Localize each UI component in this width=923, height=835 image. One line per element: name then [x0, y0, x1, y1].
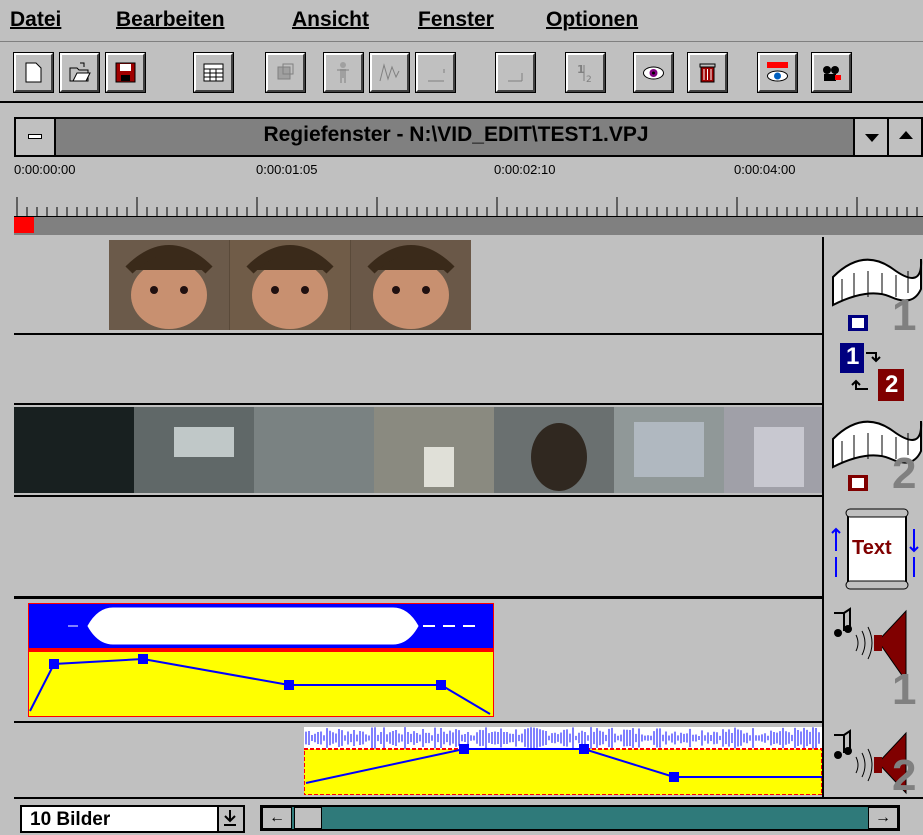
- system-menu-icon: [28, 134, 42, 139]
- video-clip-2[interactable]: [14, 407, 822, 493]
- audio-clip-1[interactable]: [27, 602, 495, 718]
- timecode-label: 0:00:02:10: [494, 162, 556, 177]
- trash-icon: [699, 63, 716, 83]
- arrow-down-icon: [865, 134, 879, 142]
- corner-button[interactable]: [495, 52, 536, 93]
- status-bar: 10 Bilder ← →: [14, 797, 923, 835]
- text-track[interactable]: [14, 497, 822, 599]
- svg-text:2: 2: [586, 75, 592, 84]
- transition-button[interactable]: [265, 52, 306, 93]
- eye-film-icon: [767, 62, 788, 82]
- grid-icon: [203, 63, 224, 82]
- video-clip-frames: [109, 240, 471, 330]
- ruler-ticks: [14, 197, 923, 217]
- delete-button[interactable]: [687, 52, 728, 93]
- audio-track-2-number: 2: [892, 751, 917, 800]
- video-clip-1[interactable]: [109, 240, 471, 330]
- video-track-1-number: 1: [892, 291, 917, 340]
- scroll-right-button[interactable]: →: [868, 807, 898, 829]
- zoom-value: 10 Bilder: [30, 809, 111, 830]
- open-button[interactable]: [59, 52, 100, 93]
- save-button[interactable]: [105, 52, 146, 93]
- video-track-2-number: 2: [892, 449, 917, 498]
- timeline-ruler[interactable]: 0:00:00:00 0:00:01:05 0:00:02:10 0:00:04…: [14, 157, 923, 237]
- system-menu-button[interactable]: [16, 119, 56, 155]
- text-track-label: Text: [852, 537, 892, 559]
- transition-track-header[interactable]: 1 2: [828, 339, 923, 405]
- camera-icon: [823, 66, 841, 81]
- video-track-2[interactable]: [14, 405, 822, 497]
- split-button[interactable]: 12: [565, 52, 606, 93]
- menu-bar: Datei Bearbeiten Ansicht Fenster Optione…: [0, 0, 923, 42]
- toolbar: 12: [0, 43, 923, 103]
- menu-fenster[interactable]: Fenster: [418, 8, 494, 32]
- save-disk-icon: [115, 62, 136, 83]
- audio-clip-2[interactable]: [303, 727, 823, 796]
- scroll-down-button[interactable]: [853, 119, 887, 155]
- arrow-up-icon: [899, 131, 913, 139]
- video-clip-frames: [14, 407, 822, 493]
- transition-swap-icon: [840, 343, 904, 401]
- timecode-label: 0:00:04:00: [734, 162, 796, 177]
- window-title: Regiefenster - N:\VID_EDIT\TEST1.VPJ: [263, 123, 649, 146]
- menu-bearbeiten[interactable]: Bearbeiten: [116, 8, 225, 32]
- figure-icon: [337, 62, 349, 83]
- track-icons-column: 1 1 2 2 Text 1 2: [822, 237, 923, 800]
- open-folder-icon: [69, 62, 91, 82]
- maximize-button[interactable]: [887, 119, 921, 155]
- transition-track[interactable]: [14, 335, 822, 405]
- wave-icon: [379, 63, 400, 82]
- transition-icon: [277, 63, 294, 80]
- marker-button[interactable]: [415, 52, 456, 93]
- video-track-1-header[interactable]: 1: [828, 247, 923, 340]
- preview-film-button[interactable]: [757, 52, 798, 93]
- menu-ansicht[interactable]: Ansicht: [292, 8, 369, 32]
- new-file-button[interactable]: [13, 52, 54, 93]
- window-title-bar: Regiefenster - N:\VID_EDIT\TEST1.VPJ: [14, 117, 923, 157]
- transition-track-a: 1: [846, 343, 860, 370]
- playhead-marker[interactable]: [14, 217, 34, 233]
- zoom-dropdown-button[interactable]: [217, 807, 243, 831]
- scrub-bar[interactable]: [14, 217, 923, 235]
- audio-clip-waveform: [27, 602, 495, 718]
- figure-button[interactable]: [323, 52, 364, 93]
- video-track-1[interactable]: [14, 237, 822, 335]
- capture-button[interactable]: [811, 52, 852, 93]
- timecode-label: 0:00:01:05: [256, 162, 318, 177]
- grid-button[interactable]: [193, 52, 234, 93]
- audio-track-1-header[interactable]: 1: [828, 601, 923, 719]
- preview-eye-icon: [643, 66, 664, 80]
- menu-optionen[interactable]: Optionen: [546, 8, 638, 32]
- audio-track-1-number: 1: [892, 665, 917, 714]
- horizontal-scrollbar[interactable]: ← →: [260, 805, 900, 831]
- arrow-down-bar-icon: [224, 810, 236, 826]
- preview-button[interactable]: [633, 52, 674, 93]
- menu-datei[interactable]: Datei: [10, 8, 61, 32]
- audio-clip-waveform: [303, 727, 823, 796]
- audio-track-2-header[interactable]: 2: [828, 723, 923, 800]
- zoom-select[interactable]: 10 Bilder: [20, 805, 245, 833]
- wave-button[interactable]: [369, 52, 410, 93]
- scroll-left-button[interactable]: ←: [262, 807, 292, 829]
- video-track-2-header[interactable]: 2: [828, 409, 923, 498]
- timecode-label: 0:00:00:00: [14, 162, 76, 177]
- audio-track-2[interactable]: [14, 723, 823, 797]
- split-icon: 12: [577, 63, 592, 84]
- transition-track-b: 2: [885, 371, 899, 398]
- audio-track-1[interactable]: [14, 599, 822, 723]
- scroll-thumb[interactable]: [294, 807, 322, 829]
- new-file-icon: [25, 62, 42, 83]
- corner-icon: [508, 73, 523, 82]
- marker-icon: [428, 69, 445, 82]
- text-track-header[interactable]: Text: [828, 505, 923, 595]
